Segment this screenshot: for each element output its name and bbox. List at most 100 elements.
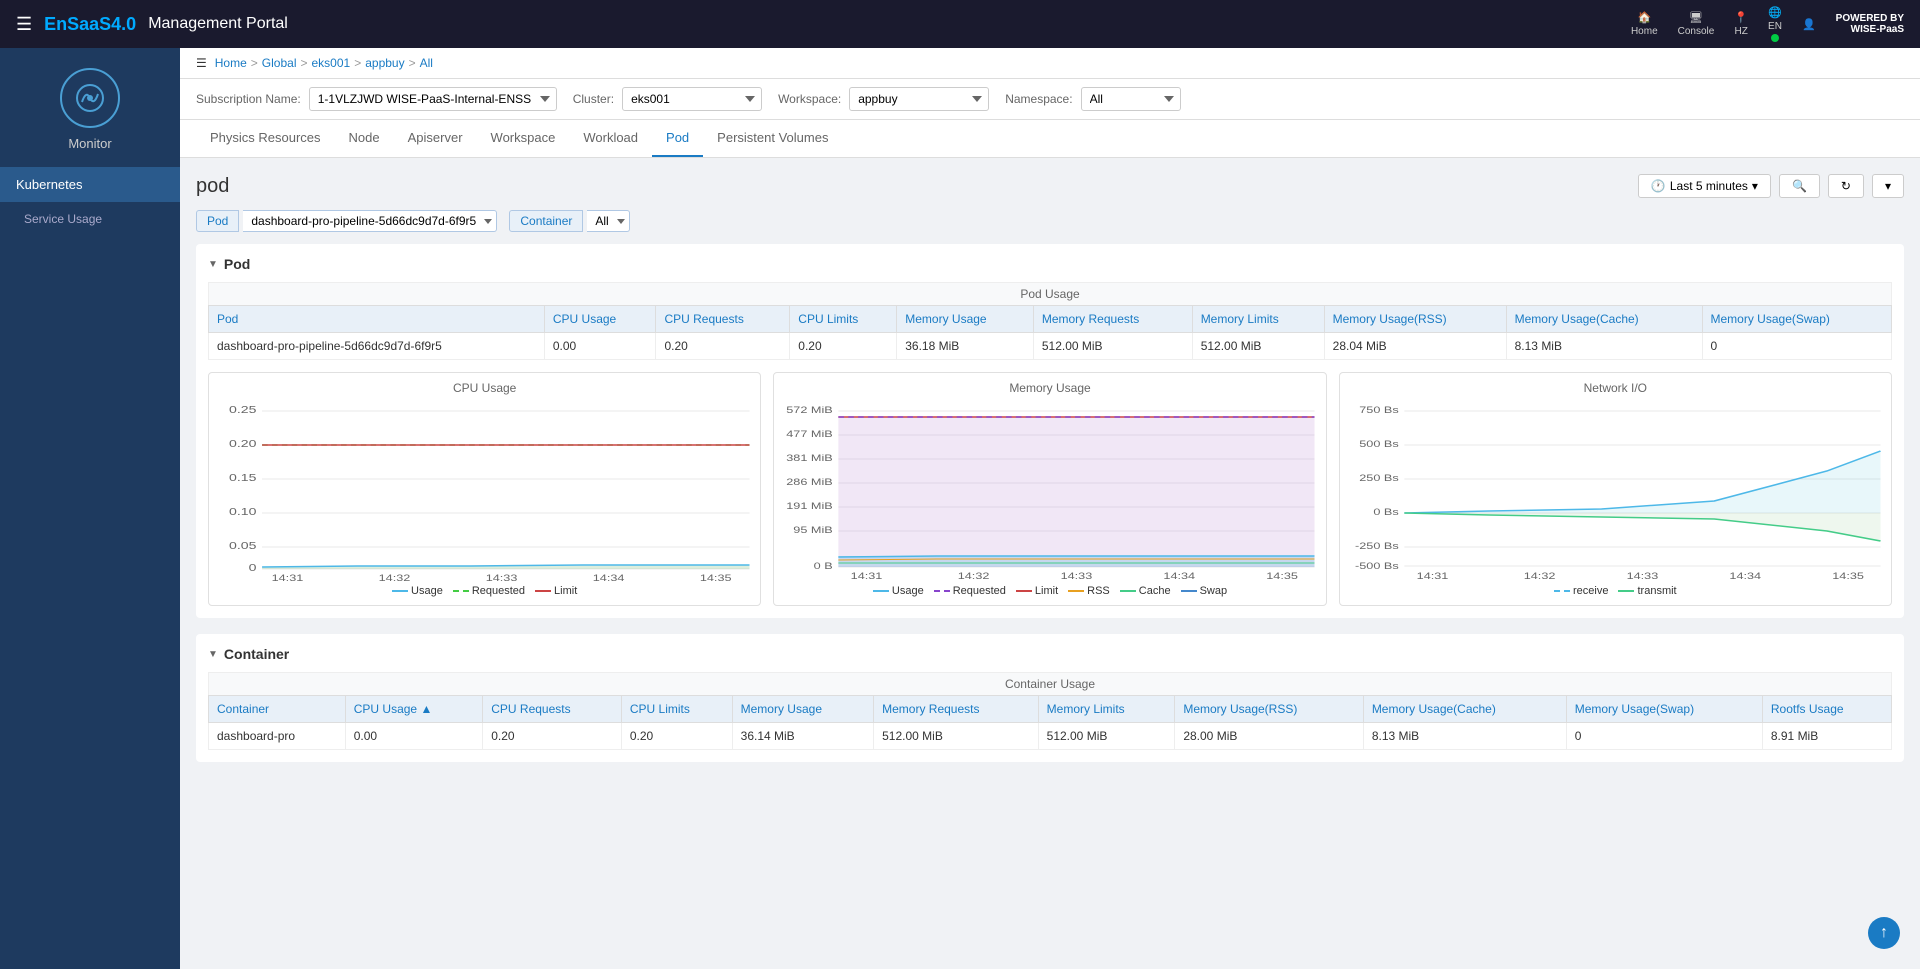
container-section-header[interactable]: ▼ Container xyxy=(208,646,1892,662)
pod-section-header[interactable]: ▼ Pod xyxy=(208,256,1892,272)
cpu-chart-area: 0.25 0.20 0.15 0.10 0.05 0 xyxy=(217,401,752,581)
svg-text:14:34: 14:34 xyxy=(1729,572,1761,581)
receive-line xyxy=(1554,590,1570,592)
cluster-label: Cluster: xyxy=(573,92,614,106)
network-chart-area: 750 Bs 500 Bs 250 Bs 0 Bs -250 Bs -500 B… xyxy=(1348,401,1883,581)
svg-text:14:34: 14:34 xyxy=(593,574,625,581)
app-header: ☰ EnSaaS4.0 Management Portal 🏠 Home 🖥 C… xyxy=(0,0,1920,48)
svg-text:477 MiB: 477 MiB xyxy=(787,430,833,440)
container-filter-label: Container xyxy=(509,210,583,232)
tab-apiserver[interactable]: Apiserver xyxy=(394,120,477,157)
svg-text:0 Bs: 0 Bs xyxy=(1373,508,1399,518)
namespace-select[interactable]: All xyxy=(1081,87,1181,111)
tab-pod[interactable]: Pod xyxy=(652,120,703,157)
tab-workload[interactable]: Workload xyxy=(569,120,652,157)
sidebar-item-kubernetes[interactable]: Kubernetes xyxy=(0,167,180,202)
th-mem-rss[interactable]: Memory Usage(RSS) xyxy=(1324,306,1506,333)
breadcrumb-home[interactable]: Home xyxy=(215,56,247,70)
sidebar-item-service-usage[interactable]: Service Usage xyxy=(0,202,180,236)
tab-bar: Physics Resources Node Apiserver Workspa… xyxy=(180,120,1920,158)
console-nav[interactable]: 🖥 Console xyxy=(1678,11,1715,37)
container-rootfs: 8.91 MiB xyxy=(1762,723,1891,750)
user-nav[interactable]: 👤 xyxy=(1802,18,1816,31)
svg-text:14:35: 14:35 xyxy=(1832,572,1864,581)
monitor-label: Monitor xyxy=(68,136,111,151)
hz-icon: 📍 xyxy=(1734,11,1748,24)
container-cpu-limits: 0.20 xyxy=(621,723,732,750)
svg-text:14:32: 14:32 xyxy=(379,574,411,581)
tab-persistent[interactable]: Persistent Volumes xyxy=(703,120,842,157)
svg-text:14:32: 14:32 xyxy=(1523,572,1555,581)
th-container-cpu-limits[interactable]: CPU Limits xyxy=(621,696,732,723)
th-mem-swap[interactable]: Memory Usage(Swap) xyxy=(1702,306,1891,333)
cluster-select[interactable]: eks001 xyxy=(622,87,762,111)
subscription-select[interactable]: 1-1VLZJWD WISE-PaaS-Internal-ENSS xyxy=(309,87,557,111)
th-container-mem-rss[interactable]: Memory Usage(RSS) xyxy=(1175,696,1363,723)
legend-limit: Limit xyxy=(535,585,577,597)
container-mem-swap: 0 xyxy=(1566,723,1762,750)
pod-filter-row: Pod dashboard-pro-pipeline-5d66dc9d7d-6f… xyxy=(196,210,1904,232)
svg-text:-250 Bs: -250 Bs xyxy=(1355,542,1399,552)
subscription-filter: Subscription Name: 1-1VLZJWD WISE-PaaS-I… xyxy=(196,87,557,111)
pod-filter-select[interactable]: dashboard-pro-pipeline-5d66dc9d7d-6f9r5 xyxy=(243,210,497,232)
th-pod[interactable]: Pod xyxy=(209,306,545,333)
time-range-button[interactable]: 🕐 Last 5 minutes ▾ xyxy=(1638,174,1771,198)
subscription-label: Subscription Name: xyxy=(196,92,301,106)
tab-node[interactable]: Node xyxy=(335,120,394,157)
mem-swap-line xyxy=(1181,590,1197,592)
th-mem-requests[interactable]: Memory Requests xyxy=(1033,306,1192,333)
portal-title: Management Portal xyxy=(148,15,288,33)
memory-chart: Memory Usage 572 MiB 477 MiB 381 MiB 286… xyxy=(773,372,1326,606)
th-cpu-limits[interactable]: CPU Limits xyxy=(790,306,897,333)
th-container-mem-usage[interactable]: Memory Usage xyxy=(732,696,873,723)
breadcrumb-namespace[interactable]: All xyxy=(420,56,433,70)
th-container-mem-limits[interactable]: Memory Limits xyxy=(1038,696,1175,723)
scroll-to-top-button[interactable]: ↑ xyxy=(1868,917,1900,949)
th-container-mem-swap[interactable]: Memory Usage(Swap) xyxy=(1566,696,1762,723)
th-container[interactable]: Container xyxy=(209,696,346,723)
th-mem-limits[interactable]: Memory Limits xyxy=(1192,306,1324,333)
breadcrumb-global[interactable]: Global xyxy=(262,56,297,70)
container-mem-rss: 28.00 MiB xyxy=(1175,723,1363,750)
workspace-select[interactable]: appbuy xyxy=(849,87,989,111)
breadcrumb-cluster[interactable]: eks001 xyxy=(312,56,351,70)
th-mem-usage[interactable]: Memory Usage xyxy=(897,306,1034,333)
container-section: ▼ Container Container Usage Container CP… xyxy=(196,634,1904,762)
th-mem-cache[interactable]: Memory Usage(Cache) xyxy=(1506,306,1702,333)
network-chart-title: Network I/O xyxy=(1348,381,1883,395)
svg-text:-500 Bs: -500 Bs xyxy=(1355,562,1399,572)
tab-workspace[interactable]: Workspace xyxy=(477,120,570,157)
search-button[interactable]: 🔍 xyxy=(1779,174,1820,198)
refresh-button[interactable]: ↻ xyxy=(1828,174,1864,198)
th-container-cpu-usage[interactable]: CPU Usage ▲ xyxy=(345,696,482,723)
th-container-mem-cache[interactable]: Memory Usage(Cache) xyxy=(1363,696,1566,723)
mem-limit-line xyxy=(1016,590,1032,592)
requested-line xyxy=(453,590,469,592)
app-name: EnSaaS4.0 xyxy=(44,14,136,35)
more-button[interactable]: ▾ xyxy=(1872,174,1904,198)
container-cpu-requests: 0.20 xyxy=(483,723,622,750)
brand-group: ☰ EnSaaS4.0 Management Portal xyxy=(16,14,288,35)
th-container-cpu-requests[interactable]: CPU Requests xyxy=(483,696,622,723)
th-cpu-requests[interactable]: CPU Requests xyxy=(656,306,790,333)
container-name: dashboard-pro xyxy=(209,723,346,750)
pod-table-caption: Pod Usage xyxy=(208,282,1892,305)
container-filter-select[interactable]: All xyxy=(587,210,630,232)
hamburger-menu[interactable]: ☰ xyxy=(16,14,32,35)
namespace-label: Namespace: xyxy=(1005,92,1072,106)
hz-nav[interactable]: 📍 HZ xyxy=(1734,11,1748,37)
th-cpu-usage[interactable]: CPU Usage xyxy=(544,306,656,333)
svg-text:14:33: 14:33 xyxy=(1061,572,1093,581)
th-container-rootfs[interactable]: Rootfs Usage xyxy=(1762,696,1891,723)
th-container-mem-requests[interactable]: Memory Requests xyxy=(874,696,1039,723)
tab-physics[interactable]: Physics Resources xyxy=(196,120,335,157)
lang-nav[interactable]: 🌐 EN xyxy=(1768,6,1782,42)
memory-chart-title: Memory Usage xyxy=(782,381,1317,395)
home-nav[interactable]: 🏠 Home xyxy=(1631,11,1658,37)
breadcrumb-workspace[interactable]: appbuy xyxy=(365,56,404,70)
sidebar-navigation: Kubernetes Service Usage xyxy=(0,167,180,236)
powered-by: POWERED BY WISE-PaaS xyxy=(1836,13,1904,35)
svg-text:381 MiB: 381 MiB xyxy=(787,454,833,464)
mem-rss-line xyxy=(1068,590,1084,592)
pod-cpu-usage: 0.00 xyxy=(544,333,656,360)
